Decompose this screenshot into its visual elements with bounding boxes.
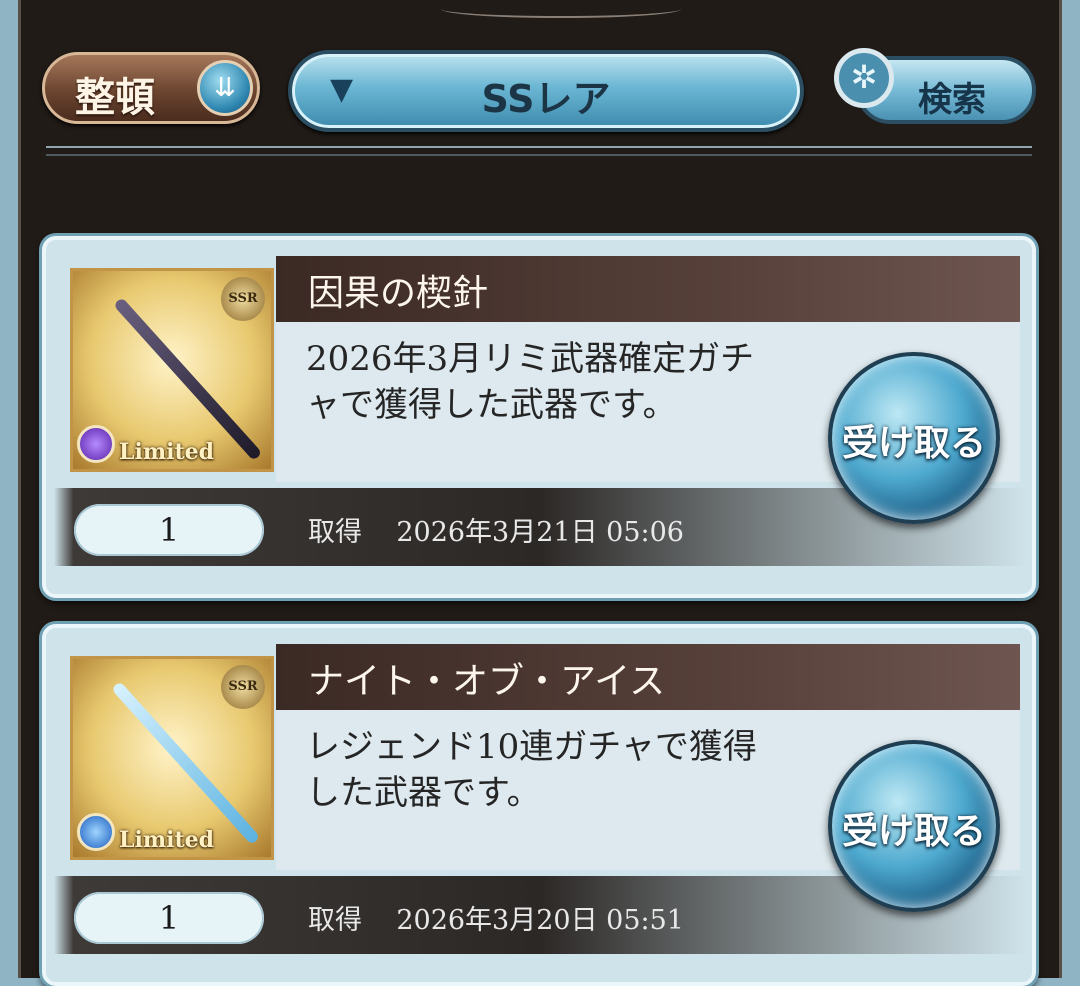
item-quantity: 1	[74, 892, 264, 944]
sort-label: 整頓	[75, 75, 155, 121]
limited-badge: Limited	[119, 439, 215, 465]
water-element-icon	[77, 813, 115, 851]
limited-badge: Limited	[119, 827, 215, 853]
item-description: 2026年3月リミ武器確定ガチャで獲得した武器です。	[306, 339, 755, 425]
item-name: ナイト・オブ・アイス	[308, 661, 666, 702]
item-description: レジェンド10連ガチャで獲得した武器です。	[306, 727, 757, 813]
top-ornament	[441, 0, 681, 18]
receive-button[interactable]: 受け取る	[828, 740, 1000, 912]
item-title-bar: 因果の楔針	[276, 256, 1020, 322]
search-button[interactable]: 検索 ✲	[834, 48, 1040, 130]
toolbar-divider	[46, 146, 1032, 156]
weapon-thumbnail[interactable]: SSR Limited	[70, 656, 274, 860]
rarity-filter-value: SSレア	[481, 77, 611, 121]
item-name: 因果の楔針	[308, 273, 489, 314]
search-label: 検索	[918, 80, 986, 120]
gift-item-card: 因果の楔針 2026年3月リミ武器確定ガチャで獲得した武器です。 SSR Lim…	[42, 236, 1036, 598]
gear-icon: ✲	[834, 48, 894, 108]
acquired-date: 2026年3月20日 05:51	[396, 905, 684, 936]
dark-element-icon	[77, 425, 115, 463]
acquired-info: 取得 2026年3月20日 05:51	[308, 898, 684, 937]
acquired-label: 取得	[308, 517, 362, 548]
acquired-info: 取得 2026年3月21日 05:06	[308, 510, 684, 549]
sort-order-icon: ⇊	[197, 60, 253, 116]
rarity-badge: SSR	[221, 665, 265, 709]
receive-label: 受け取る	[841, 423, 986, 464]
acquired-date: 2026年3月21日 05:06	[396, 517, 684, 548]
receive-label: 受け取る	[841, 811, 986, 852]
rarity-filter-select[interactable]: ▼ SSレア	[288, 50, 804, 132]
gift-item-card: ナイト・オブ・アイス レジェンド10連ガチャで獲得した武器です。 SSR Lim…	[42, 624, 1036, 986]
item-quantity: 1	[74, 504, 264, 556]
weapon-thumbnail[interactable]: SSR Limited	[70, 268, 274, 472]
receive-button[interactable]: 受け取る	[828, 352, 1000, 524]
item-title-bar: ナイト・オブ・アイス	[276, 644, 1020, 710]
weapon-image	[113, 296, 263, 462]
acquired-label: 取得	[308, 905, 362, 936]
sort-button[interactable]: 整頓 ⇊	[42, 52, 260, 124]
rarity-badge: SSR	[221, 277, 265, 321]
